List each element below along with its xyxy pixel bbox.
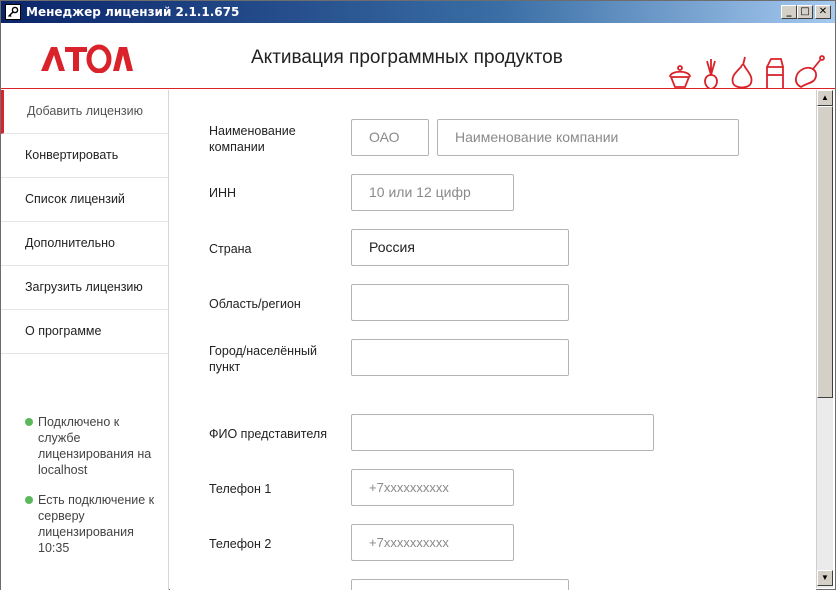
city-label: Город/населённый пункт — [209, 344, 317, 374]
atol-logo — [41, 44, 133, 73]
title-bar: Менеджер лицензий 2.1.1.675 _ □ ✕ — [1, 1, 835, 23]
company-type-input[interactable]: ОАО — [351, 119, 429, 156]
service-status-text: Подключено к службе лицензирования на lo… — [38, 415, 152, 477]
inn-input[interactable]: 10 или 12 цифр — [351, 174, 514, 211]
page-title: Активация программных продуктов — [251, 47, 563, 68]
country-label: Страна — [209, 242, 252, 256]
sidebar-item-load-license[interactable]: Загрузить лицензию — [1, 266, 168, 310]
status-ok-icon — [25, 496, 33, 504]
company-label: Наименование компании — [209, 124, 296, 154]
sidebar-item-convert[interactable]: Конвертировать — [1, 134, 168, 178]
scroll-up-icon[interactable]: ▲ — [817, 90, 833, 106]
key-icon — [5, 4, 21, 20]
scroll-down-icon[interactable]: ▼ — [817, 570, 833, 586]
server-status-text: Есть подключение к серверу лицензировани… — [38, 493, 155, 555]
company-name-input[interactable]: Наименование компании — [437, 119, 739, 156]
sidebar: Добавить лицензию Конвертировать Список … — [1, 90, 169, 590]
sidebar-item-additional[interactable]: Дополнительно — [1, 222, 168, 266]
minimize-button[interactable]: _ — [781, 5, 797, 19]
representative-label: ФИО представителя — [209, 427, 327, 441]
phone2-label: Телефон 2 — [209, 537, 272, 551]
maximize-button[interactable]: □ — [797, 5, 813, 19]
sidebar-item-license-list[interactable]: Список лицензий — [1, 178, 168, 222]
representative-input[interactable] — [351, 414, 654, 451]
app-header: Активация программных продуктов — [1, 23, 835, 89]
vertical-scrollbar[interactable]: ▲ ▼ — [816, 90, 833, 588]
phone2-input[interactable]: +7xxxxxxxxxx — [351, 524, 514, 561]
inn-label: ИНН — [209, 186, 237, 200]
phone1-input[interactable]: +7xxxxxxxxxx — [351, 469, 514, 506]
status-ok-icon — [25, 418, 33, 426]
country-input[interactable]: Россия — [351, 229, 569, 266]
server-status: Есть подключение к серверу лицензировани… — [25, 492, 155, 556]
region-input[interactable] — [351, 284, 569, 321]
city-input[interactable] — [351, 339, 569, 376]
service-status: Подключено к службе лицензирования на lo… — [25, 414, 155, 478]
activation-form: Наименование компании ОАО Наименование к… — [170, 90, 816, 590]
food-icons — [669, 55, 825, 89]
window-title: Менеджер лицензий 2.1.1.675 — [26, 5, 240, 19]
next-field-input[interactable] — [351, 579, 569, 590]
close-button[interactable]: ✕ — [815, 5, 831, 19]
region-label: Область/регион — [209, 297, 301, 311]
sidebar-item-about[interactable]: О программе — [1, 310, 168, 354]
app-window: Менеджер лицензий 2.1.1.675 _ □ ✕ Актива… — [0, 0, 836, 590]
scrollbar-thumb[interactable] — [817, 106, 833, 398]
phone1-label: Телефон 1 — [209, 482, 272, 496]
sidebar-item-add-license[interactable]: Добавить лицензию — [1, 90, 168, 134]
